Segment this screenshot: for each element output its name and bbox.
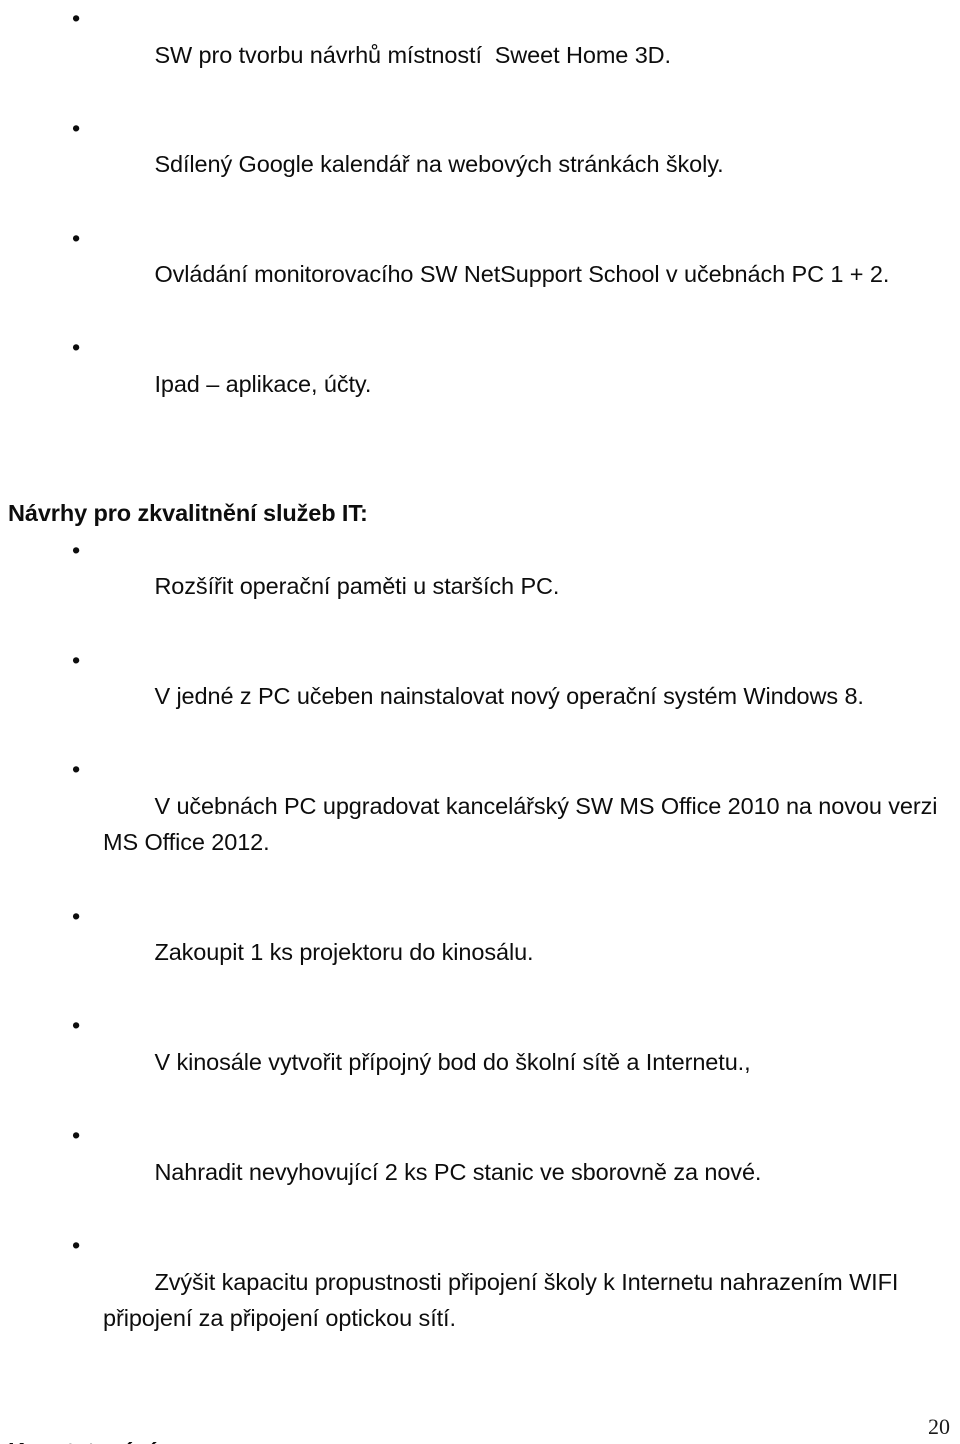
list-item: • Rozšířit operační paměti u starších PC. (8, 532, 952, 642)
list-item: • Zakoupit 1 ks projektoru do kinosálu. (8, 898, 952, 1008)
page-content: • SW pro tvorbu návrhů místností Sweet Ho… (8, 0, 952, 1444)
list-item: • V učebnách PC upgradovat kancelářský SW… (8, 751, 952, 897)
bullet-icon: • (72, 224, 81, 251)
bullet-icon: • (72, 5, 81, 31)
bullet-icon: • (72, 114, 81, 141)
list-item: • Zvýšit kapacitu propustnosti připojení … (8, 1227, 952, 1373)
proposals-bullet-list: • Rozšířit operační paměti u starších PC.… (8, 532, 952, 1374)
bullet-icon: • (72, 1122, 81, 1149)
list-item-text: Zakoupit 1 ks projektoru do kinosálu. (154, 939, 534, 966)
bullet-icon: • (72, 1012, 81, 1039)
list-item: • Nahradit nevyhovující 2 ks PC stanic ve… (8, 1117, 952, 1227)
list-item-text: Sdílený Google kalendář na webových strá… (154, 151, 724, 178)
list-item-text: Ovládání monitorovacího SW NetSupport Sc… (154, 261, 890, 288)
bullet-icon: • (72, 646, 81, 673)
list-item-text: Nahradit nevyhovující 2 ks PC stanic ve … (154, 1158, 762, 1185)
list-item-text: V kinosále vytvořit přípojný bod do škol… (154, 1049, 751, 1076)
list-item-text: V učebnách PC upgradovat kancelářský SW … (103, 792, 944, 856)
page-number: 20 (928, 1414, 950, 1439)
intro-bullet-list: • SW pro tvorbu návrhů místností Sweet Ho… (8, 0, 952, 439)
list-item: • Ovládání monitorovacího SW NetSupport S… (8, 220, 952, 330)
list-item: • SW pro tvorbu návrhů místností Sweet Ho… (8, 0, 952, 110)
bullet-icon: • (72, 1232, 81, 1258)
proposals-heading: Návrhy pro zkvalitnění služeb IT: (8, 500, 368, 527)
list-item-text: V jedné z PC učeben nainstalovat nový op… (154, 683, 864, 710)
list-item-text: SW pro tvorbu návrhů místností Sweet Hom… (154, 41, 671, 68)
bullet-icon: • (72, 334, 81, 361)
list-item: • Sdílený Google kalendář na webových str… (8, 110, 952, 220)
list-item: • V kinosále vytvořit přípojný bod do ško… (8, 1007, 952, 1117)
bullet-icon: • (72, 902, 81, 929)
list-item-text: Zvýšit kapacitu propustnosti připojení š… (103, 1268, 905, 1332)
document-page: • SW pro tvorbu návrhů místností Sweet Ho… (0, 0, 960, 1444)
findings-heading: Konstatování (8, 1433, 952, 1444)
list-item-text: Ipad – aplikace, účty. (154, 370, 372, 397)
bullet-icon: • (72, 536, 81, 563)
list-item: • Ipad – aplikace, účty. (8, 329, 952, 439)
list-item-text: Rozšířit operační paměti u starších PC. (154, 573, 560, 600)
list-item: • V jedné z PC učeben nainstalovat nový o… (8, 642, 952, 752)
bullet-icon: • (72, 756, 81, 783)
